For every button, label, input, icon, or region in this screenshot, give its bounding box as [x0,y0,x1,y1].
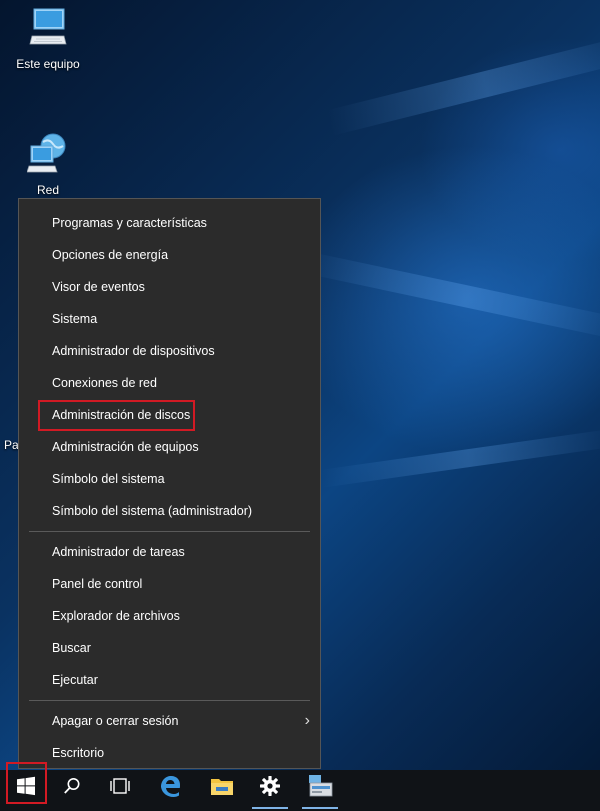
chevron-right-icon: › [304,712,310,729]
desktop-icon-este-equipo[interactable]: Este equipo [13,6,83,71]
taskbar [0,770,600,811]
menu-item-label: Apagar o cerrar sesión [52,714,179,728]
menu-item-visor-eventos[interactable]: Visor de eventos [19,271,320,303]
edge-icon [158,774,182,803]
desktop-icon-label: Este equipo [16,57,80,71]
menu-item-explorador-archivos[interactable]: Explorador de archivos [19,600,320,632]
network-icon [13,132,83,179]
desktop-icon-label: Red [36,183,59,197]
menu-item-programas[interactable]: Programas y características [19,207,320,239]
search-icon [62,776,82,801]
file-explorer-button[interactable] [198,770,246,807]
settings-button[interactable] [246,770,294,809]
menu-separator [29,700,310,701]
menu-item-opciones-energia[interactable]: Opciones de energía [19,239,320,271]
menu-item-admin-discos[interactable]: Administración de discos [19,399,320,431]
server-manager-icon [306,774,334,803]
menu-item-admin-tareas[interactable]: Administrador de tareas [19,536,320,568]
task-view-icon [109,777,131,800]
menu-item-apagar[interactable]: Apagar o cerrar sesión › [19,705,320,737]
menu-item-buscar[interactable]: Buscar [19,632,320,664]
menu-item-admin-equipos[interactable]: Administración de equipos [19,431,320,463]
desktop-icon-red[interactable]: Red [13,132,83,197]
computer-icon [13,6,83,53]
server-manager-button[interactable] [296,770,344,809]
edge-button[interactable] [146,770,194,807]
desktop-icon-label-partial[interactable]: Pa [4,438,19,452]
search-button[interactable] [48,770,96,807]
menu-item-sistema[interactable]: Sistema [19,303,320,335]
menu-item-panel-control[interactable]: Panel de control [19,568,320,600]
menu-item-escritorio[interactable]: Escritorio [19,737,320,769]
menu-separator [29,531,310,532]
settings-icon [259,775,281,802]
menu-item-conexiones-red[interactable]: Conexiones de red [19,367,320,399]
menu-item-ejecutar[interactable]: Ejecutar [19,664,320,696]
winx-context-menu: Programas y características Opciones de … [18,198,321,769]
menu-item-admin-dispositivos[interactable]: Administrador de dispositivos [19,335,320,367]
task-view-button[interactable] [96,770,144,807]
menu-item-simbolo-sistema-admin[interactable]: Símbolo del sistema (administrador) [19,495,320,527]
start-button-highlight [6,762,47,804]
file-explorer-icon [210,775,234,802]
menu-item-simbolo-sistema[interactable]: Símbolo del sistema [19,463,320,495]
